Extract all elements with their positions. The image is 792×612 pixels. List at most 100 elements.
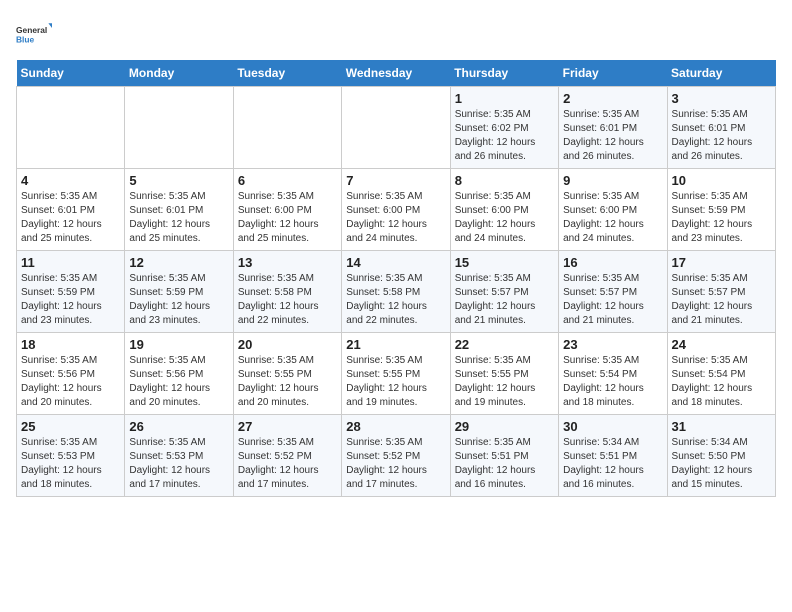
calendar-cell: 28 Sunrise: 5:35 AMSunset: 5:52 PMDayligh… bbox=[342, 415, 450, 497]
calendar-cell bbox=[125, 87, 233, 169]
day-info: Sunrise: 5:35 AMSunset: 6:01 PMDaylight:… bbox=[21, 190, 120, 246]
calendar-cell bbox=[342, 87, 450, 169]
day-number: 13 bbox=[238, 255, 337, 270]
day-info: Sunrise: 5:34 AMSunset: 5:50 PMDaylight:… bbox=[672, 436, 771, 492]
calendar-cell: 16 Sunrise: 5:35 AMSunset: 5:57 PMDayligh… bbox=[559, 251, 667, 333]
calendar-cell: 24 Sunrise: 5:35 AMSunset: 5:54 PMDayligh… bbox=[667, 333, 775, 415]
day-info: Sunrise: 5:35 AMSunset: 5:54 PMDaylight:… bbox=[563, 354, 662, 410]
calendar-cell: 11 Sunrise: 5:35 AMSunset: 5:59 PMDayligh… bbox=[17, 251, 125, 333]
day-number: 10 bbox=[672, 173, 771, 188]
calendar-cell: 26 Sunrise: 5:35 AMSunset: 5:53 PMDayligh… bbox=[125, 415, 233, 497]
day-info: Sunrise: 5:35 AMSunset: 5:59 PMDaylight:… bbox=[129, 272, 228, 328]
day-info: Sunrise: 5:35 AMSunset: 5:55 PMDaylight:… bbox=[455, 354, 554, 410]
day-number: 12 bbox=[129, 255, 228, 270]
calendar-cell: 3 Sunrise: 5:35 AMSunset: 6:01 PMDaylight… bbox=[667, 87, 775, 169]
calendar-cell: 6 Sunrise: 5:35 AMSunset: 6:00 PMDaylight… bbox=[233, 169, 341, 251]
day-number: 22 bbox=[455, 337, 554, 352]
day-info: Sunrise: 5:35 AMSunset: 6:00 PMDaylight:… bbox=[455, 190, 554, 246]
calendar-header-row: SundayMondayTuesdayWednesdayThursdayFrid… bbox=[17, 60, 776, 87]
day-info: Sunrise: 5:35 AMSunset: 5:58 PMDaylight:… bbox=[238, 272, 337, 328]
calendar-week-2: 4 Sunrise: 5:35 AMSunset: 6:01 PMDaylight… bbox=[17, 169, 776, 251]
calendar-cell bbox=[233, 87, 341, 169]
calendar-cell: 12 Sunrise: 5:35 AMSunset: 5:59 PMDayligh… bbox=[125, 251, 233, 333]
day-info: Sunrise: 5:35 AMSunset: 5:56 PMDaylight:… bbox=[129, 354, 228, 410]
day-number: 7 bbox=[346, 173, 445, 188]
day-number: 16 bbox=[563, 255, 662, 270]
day-number: 15 bbox=[455, 255, 554, 270]
calendar-week-3: 11 Sunrise: 5:35 AMSunset: 5:59 PMDayligh… bbox=[17, 251, 776, 333]
svg-text:Blue: Blue bbox=[16, 34, 35, 44]
day-number: 14 bbox=[346, 255, 445, 270]
calendar-cell: 31Sunrise: 5:34 AMSunset: 5:50 PMDayligh… bbox=[667, 415, 775, 497]
calendar-cell: 19 Sunrise: 5:35 AMSunset: 5:56 PMDayligh… bbox=[125, 333, 233, 415]
calendar-week-5: 25 Sunrise: 5:35 AMSunset: 5:53 PMDayligh… bbox=[17, 415, 776, 497]
day-info: Sunrise: 5:35 AMSunset: 6:02 PMDaylight:… bbox=[455, 108, 554, 164]
calendar-week-4: 18 Sunrise: 5:35 AMSunset: 5:56 PMDayligh… bbox=[17, 333, 776, 415]
calendar-cell: 30Sunrise: 5:34 AMSunset: 5:51 PMDayligh… bbox=[559, 415, 667, 497]
day-info: Sunrise: 5:35 AMSunset: 6:00 PMDaylight:… bbox=[563, 190, 662, 246]
page-header: General Blue bbox=[16, 16, 776, 52]
calendar-cell: 14 Sunrise: 5:35 AMSunset: 5:58 PMDayligh… bbox=[342, 251, 450, 333]
day-info: Sunrise: 5:35 AMSunset: 6:01 PMDaylight:… bbox=[129, 190, 228, 246]
day-number: 8 bbox=[455, 173, 554, 188]
header-sunday: Sunday bbox=[17, 60, 125, 87]
day-number: 11 bbox=[21, 255, 120, 270]
calendar-cell: 18 Sunrise: 5:35 AMSunset: 5:56 PMDayligh… bbox=[17, 333, 125, 415]
day-info: Sunrise: 5:35 AMSunset: 5:57 PMDaylight:… bbox=[455, 272, 554, 328]
calendar-cell: 8 Sunrise: 5:35 AMSunset: 6:00 PMDaylight… bbox=[450, 169, 558, 251]
header-saturday: Saturday bbox=[667, 60, 775, 87]
calendar-cell bbox=[17, 87, 125, 169]
calendar-cell: 17Sunrise: 5:35 AMSunset: 5:57 PMDayligh… bbox=[667, 251, 775, 333]
day-info: Sunrise: 5:35 AMSunset: 6:00 PMDaylight:… bbox=[238, 190, 337, 246]
header-friday: Friday bbox=[559, 60, 667, 87]
calendar-cell: 5 Sunrise: 5:35 AMSunset: 6:01 PMDaylight… bbox=[125, 169, 233, 251]
day-info: Sunrise: 5:35 AMSunset: 5:59 PMDaylight:… bbox=[21, 272, 120, 328]
calendar-cell: 20Sunrise: 5:35 AMSunset: 5:55 PMDayligh… bbox=[233, 333, 341, 415]
day-number: 24 bbox=[672, 337, 771, 352]
day-number: 17 bbox=[672, 255, 771, 270]
day-number: 4 bbox=[21, 173, 120, 188]
day-info: Sunrise: 5:35 AMSunset: 5:58 PMDaylight:… bbox=[346, 272, 445, 328]
day-info: Sunrise: 5:35 AMSunset: 5:51 PMDaylight:… bbox=[455, 436, 554, 492]
calendar-cell: 29 Sunrise: 5:35 AMSunset: 5:51 PMDayligh… bbox=[450, 415, 558, 497]
day-number: 6 bbox=[238, 173, 337, 188]
day-info: Sunrise: 5:35 AMSunset: 6:00 PMDaylight:… bbox=[346, 190, 445, 246]
day-number: 1 bbox=[455, 91, 554, 106]
header-monday: Monday bbox=[125, 60, 233, 87]
day-info: Sunrise: 5:35 AMSunset: 5:53 PMDaylight:… bbox=[21, 436, 120, 492]
day-info: Sunrise: 5:35 AMSunset: 5:55 PMDaylight:… bbox=[238, 354, 337, 410]
day-number: 2 bbox=[563, 91, 662, 106]
day-info: Sunrise: 5:35 AMSunset: 5:56 PMDaylight:… bbox=[21, 354, 120, 410]
calendar-cell: 22 Sunrise: 5:35 AMSunset: 5:55 PMDayligh… bbox=[450, 333, 558, 415]
logo: General Blue bbox=[16, 16, 52, 52]
day-info: Sunrise: 5:35 AMSunset: 5:57 PMDaylight:… bbox=[563, 272, 662, 328]
calendar-week-1: 1 Sunrise: 5:35 AMSunset: 6:02 PMDaylight… bbox=[17, 87, 776, 169]
day-info: Sunrise: 5:35 AMSunset: 5:53 PMDaylight:… bbox=[129, 436, 228, 492]
day-number: 23 bbox=[563, 337, 662, 352]
day-info: Sunrise: 5:35 AMSunset: 5:54 PMDaylight:… bbox=[672, 354, 771, 410]
day-info: Sunrise: 5:35 AMSunset: 6:01 PMDaylight:… bbox=[563, 108, 662, 164]
calendar-table: SundayMondayTuesdayWednesdayThursdayFrid… bbox=[16, 60, 776, 497]
calendar-cell: 21 Sunrise: 5:35 AMSunset: 5:55 PMDayligh… bbox=[342, 333, 450, 415]
day-number: 25 bbox=[21, 419, 120, 434]
day-number: 21 bbox=[346, 337, 445, 352]
day-number: 5 bbox=[129, 173, 228, 188]
calendar-cell: 7 Sunrise: 5:35 AMSunset: 6:00 PMDaylight… bbox=[342, 169, 450, 251]
day-info: Sunrise: 5:35 AMSunset: 6:01 PMDaylight:… bbox=[672, 108, 771, 164]
svg-text:General: General bbox=[16, 25, 47, 35]
day-number: 19 bbox=[129, 337, 228, 352]
day-info: Sunrise: 5:35 AMSunset: 5:55 PMDaylight:… bbox=[346, 354, 445, 410]
calendar-cell: 2 Sunrise: 5:35 AMSunset: 6:01 PMDaylight… bbox=[559, 87, 667, 169]
day-number: 3 bbox=[672, 91, 771, 106]
calendar-cell: 25 Sunrise: 5:35 AMSunset: 5:53 PMDayligh… bbox=[17, 415, 125, 497]
day-number: 18 bbox=[21, 337, 120, 352]
day-number: 29 bbox=[455, 419, 554, 434]
day-number: 26 bbox=[129, 419, 228, 434]
day-number: 30 bbox=[563, 419, 662, 434]
logo-svg: General Blue bbox=[16, 16, 52, 52]
calendar-cell: 10Sunrise: 5:35 AMSunset: 5:59 PMDayligh… bbox=[667, 169, 775, 251]
day-info: Sunrise: 5:35 AMSunset: 5:52 PMDaylight:… bbox=[346, 436, 445, 492]
day-number: 28 bbox=[346, 419, 445, 434]
calendar-cell: 23 Sunrise: 5:35 AMSunset: 5:54 PMDayligh… bbox=[559, 333, 667, 415]
header-wednesday: Wednesday bbox=[342, 60, 450, 87]
